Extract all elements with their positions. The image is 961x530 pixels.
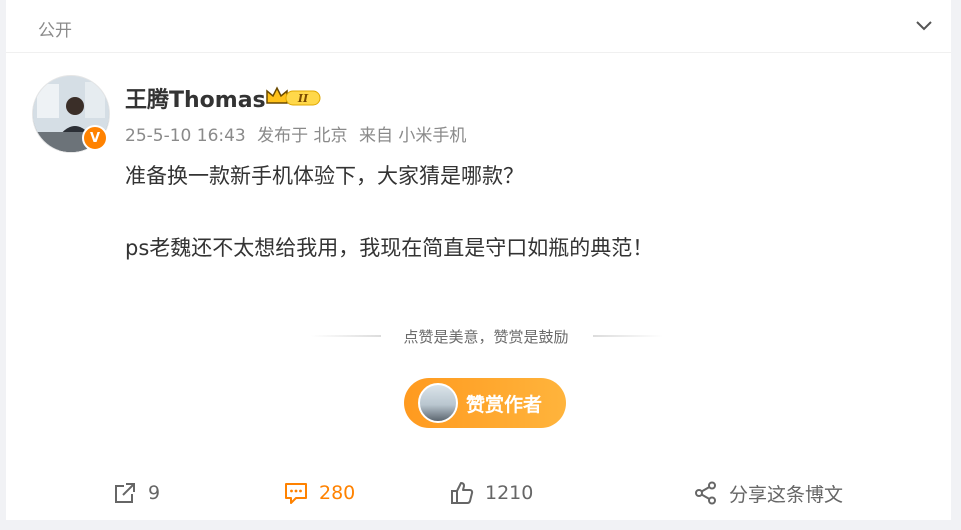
thumbs-up-icon [451,482,474,504]
like-count: 1210 [485,482,534,504]
post-source: 来自 小米手机 [358,126,467,146]
reward-author-button[interactable]: 赞赏作者 [404,378,566,428]
svg-text:II: II [297,92,309,105]
post-topbar: 公开 [6,0,951,53]
post-location: 发布于 北京 [257,126,348,146]
comment-count: 280 [319,482,356,504]
repost-icon [115,483,135,503]
share-post-label: 分享这条博文 [729,483,844,506]
verified-badge-icon: V [82,125,108,151]
divider-line [311,335,381,337]
author-name[interactable]: 王腾Thomas [125,82,266,114]
post-card: 公开 V 王腾Thomas II 25-5-10 16:43 发布于 北京 来自… [6,0,951,530]
card-bottom-gap [6,520,951,530]
chevron-down-icon[interactable] [913,14,935,36]
crown-member-icon[interactable]: II [264,84,322,108]
post-time[interactable]: 25-5-10 16:43 [125,126,246,146]
reward-button-label: 赞赏作者 [466,393,543,416]
author-avatar[interactable]: V [32,75,110,153]
post-paragraph: 准备换一款新手机体验下，大家猜是哪款？ [125,164,524,188]
divider-line [593,335,663,337]
post-content: 准备换一款新手机体验下，大家猜是哪款？ ps老魏还不太想给我用，我现在简直是守口… [125,158,905,266]
post-actions: 9 280 1210 分享这条博文 [6,468,951,518]
visibility-label: 公开 [38,21,72,41]
reward-divider: 点赞是美意，赞赏是鼓励 [6,325,951,347]
repost-button[interactable]: 9 [112,478,160,508]
post-paragraph: ps老魏还不太想给我用，我现在简直是守口如瓶的典范！ [125,236,654,260]
like-button[interactable]: 1210 [449,478,533,508]
avatar [418,383,458,423]
comment-button[interactable]: 280 [283,478,355,508]
share-post-button[interactable]: 分享这条博文 [693,478,843,508]
comment-icon [285,483,307,504]
repost-count: 9 [148,482,161,504]
share-icon [695,481,716,505]
post-meta: 25-5-10 16:43 发布于 北京 来自 小米手机 [125,121,472,146]
reward-divider-text: 点赞是美意，赞赏是鼓励 [403,328,569,346]
